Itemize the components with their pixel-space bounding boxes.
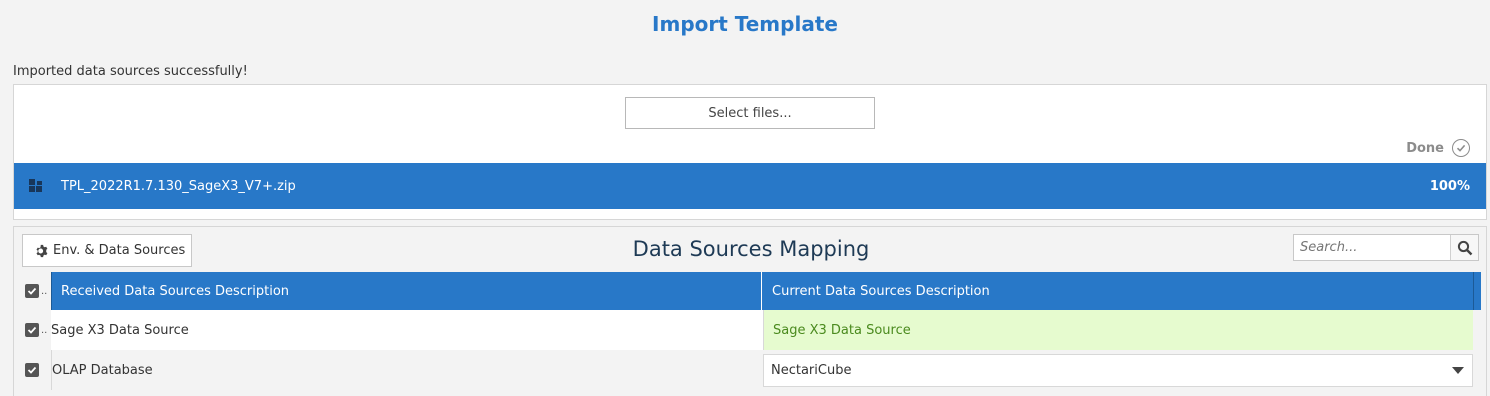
table-row: .. Sage X3 Data Source Sage X3 Data Sour… — [17, 310, 1481, 350]
upload-status: Done — [1406, 139, 1470, 157]
current-source-cell[interactable]: Sage X3 Data Source — [763, 310, 1473, 350]
current-source-select[interactable]: NectariCube — [763, 354, 1473, 387]
search-input[interactable] — [1294, 235, 1450, 260]
received-source-cell: Sage X3 Data Source — [51, 310, 763, 350]
received-source-cell: OLAP Database — [51, 350, 763, 390]
upload-progress-text: 100% — [1429, 178, 1470, 194]
row-checkbox-cell — [17, 350, 51, 390]
table-row: OLAP Database NectariCube — [17, 350, 1481, 390]
page-title: Import Template — [652, 12, 838, 36]
gear-icon — [36, 244, 48, 257]
status-message: Imported data sources successfully! — [13, 64, 248, 79]
mapping-title: Data Sources Mapping — [632, 237, 870, 261]
row-checkbox[interactable] — [25, 323, 39, 337]
column-header-received[interactable]: Received Data Sources Description — [51, 272, 762, 310]
data-sources-mapping-panel: Env. & Data Sources Data Sources Mapping… — [13, 226, 1487, 396]
column-header-current[interactable]: Current Data Sources Description — [763, 272, 1474, 310]
checkbox-checked-icon — [27, 287, 37, 295]
upload-panel: Select files... Done TPL_2022R1.7.130_Sa… — [13, 84, 1487, 220]
chevron-down-icon[interactable] — [1452, 367, 1464, 374]
grid-header: .. Received Data Sources Description Cur… — [17, 272, 1481, 310]
search-box — [1293, 234, 1479, 261]
row-checkbox-cell: .. — [17, 310, 51, 350]
search-icon — [1457, 240, 1472, 255]
env-data-sources-button[interactable]: Env. & Data Sources — [22, 234, 192, 267]
column-overflow: .. — [41, 285, 48, 297]
current-source-value: NectariCube — [771, 363, 852, 378]
file-status-icon — [29, 179, 43, 193]
select-files-button[interactable]: Select files... — [625, 97, 875, 129]
checkbox-checked-icon — [27, 326, 37, 334]
row-overflow: .. — [41, 324, 48, 336]
checkbox-checked-icon — [27, 366, 37, 374]
select-all-cell: .. — [17, 272, 51, 310]
search-button[interactable] — [1450, 235, 1478, 260]
done-label: Done — [1406, 140, 1444, 156]
done-check-icon — [1452, 139, 1470, 157]
row-checkbox[interactable] — [25, 363, 39, 377]
uploaded-file-row: TPL_2022R1.7.130_SageX3_V7+.zip 100% — [14, 163, 1486, 209]
uploaded-file-name: TPL_2022R1.7.130_SageX3_V7+.zip — [61, 178, 296, 194]
select-all-checkbox[interactable] — [25, 284, 39, 298]
env-data-sources-label: Env. & Data Sources — [53, 243, 186, 258]
